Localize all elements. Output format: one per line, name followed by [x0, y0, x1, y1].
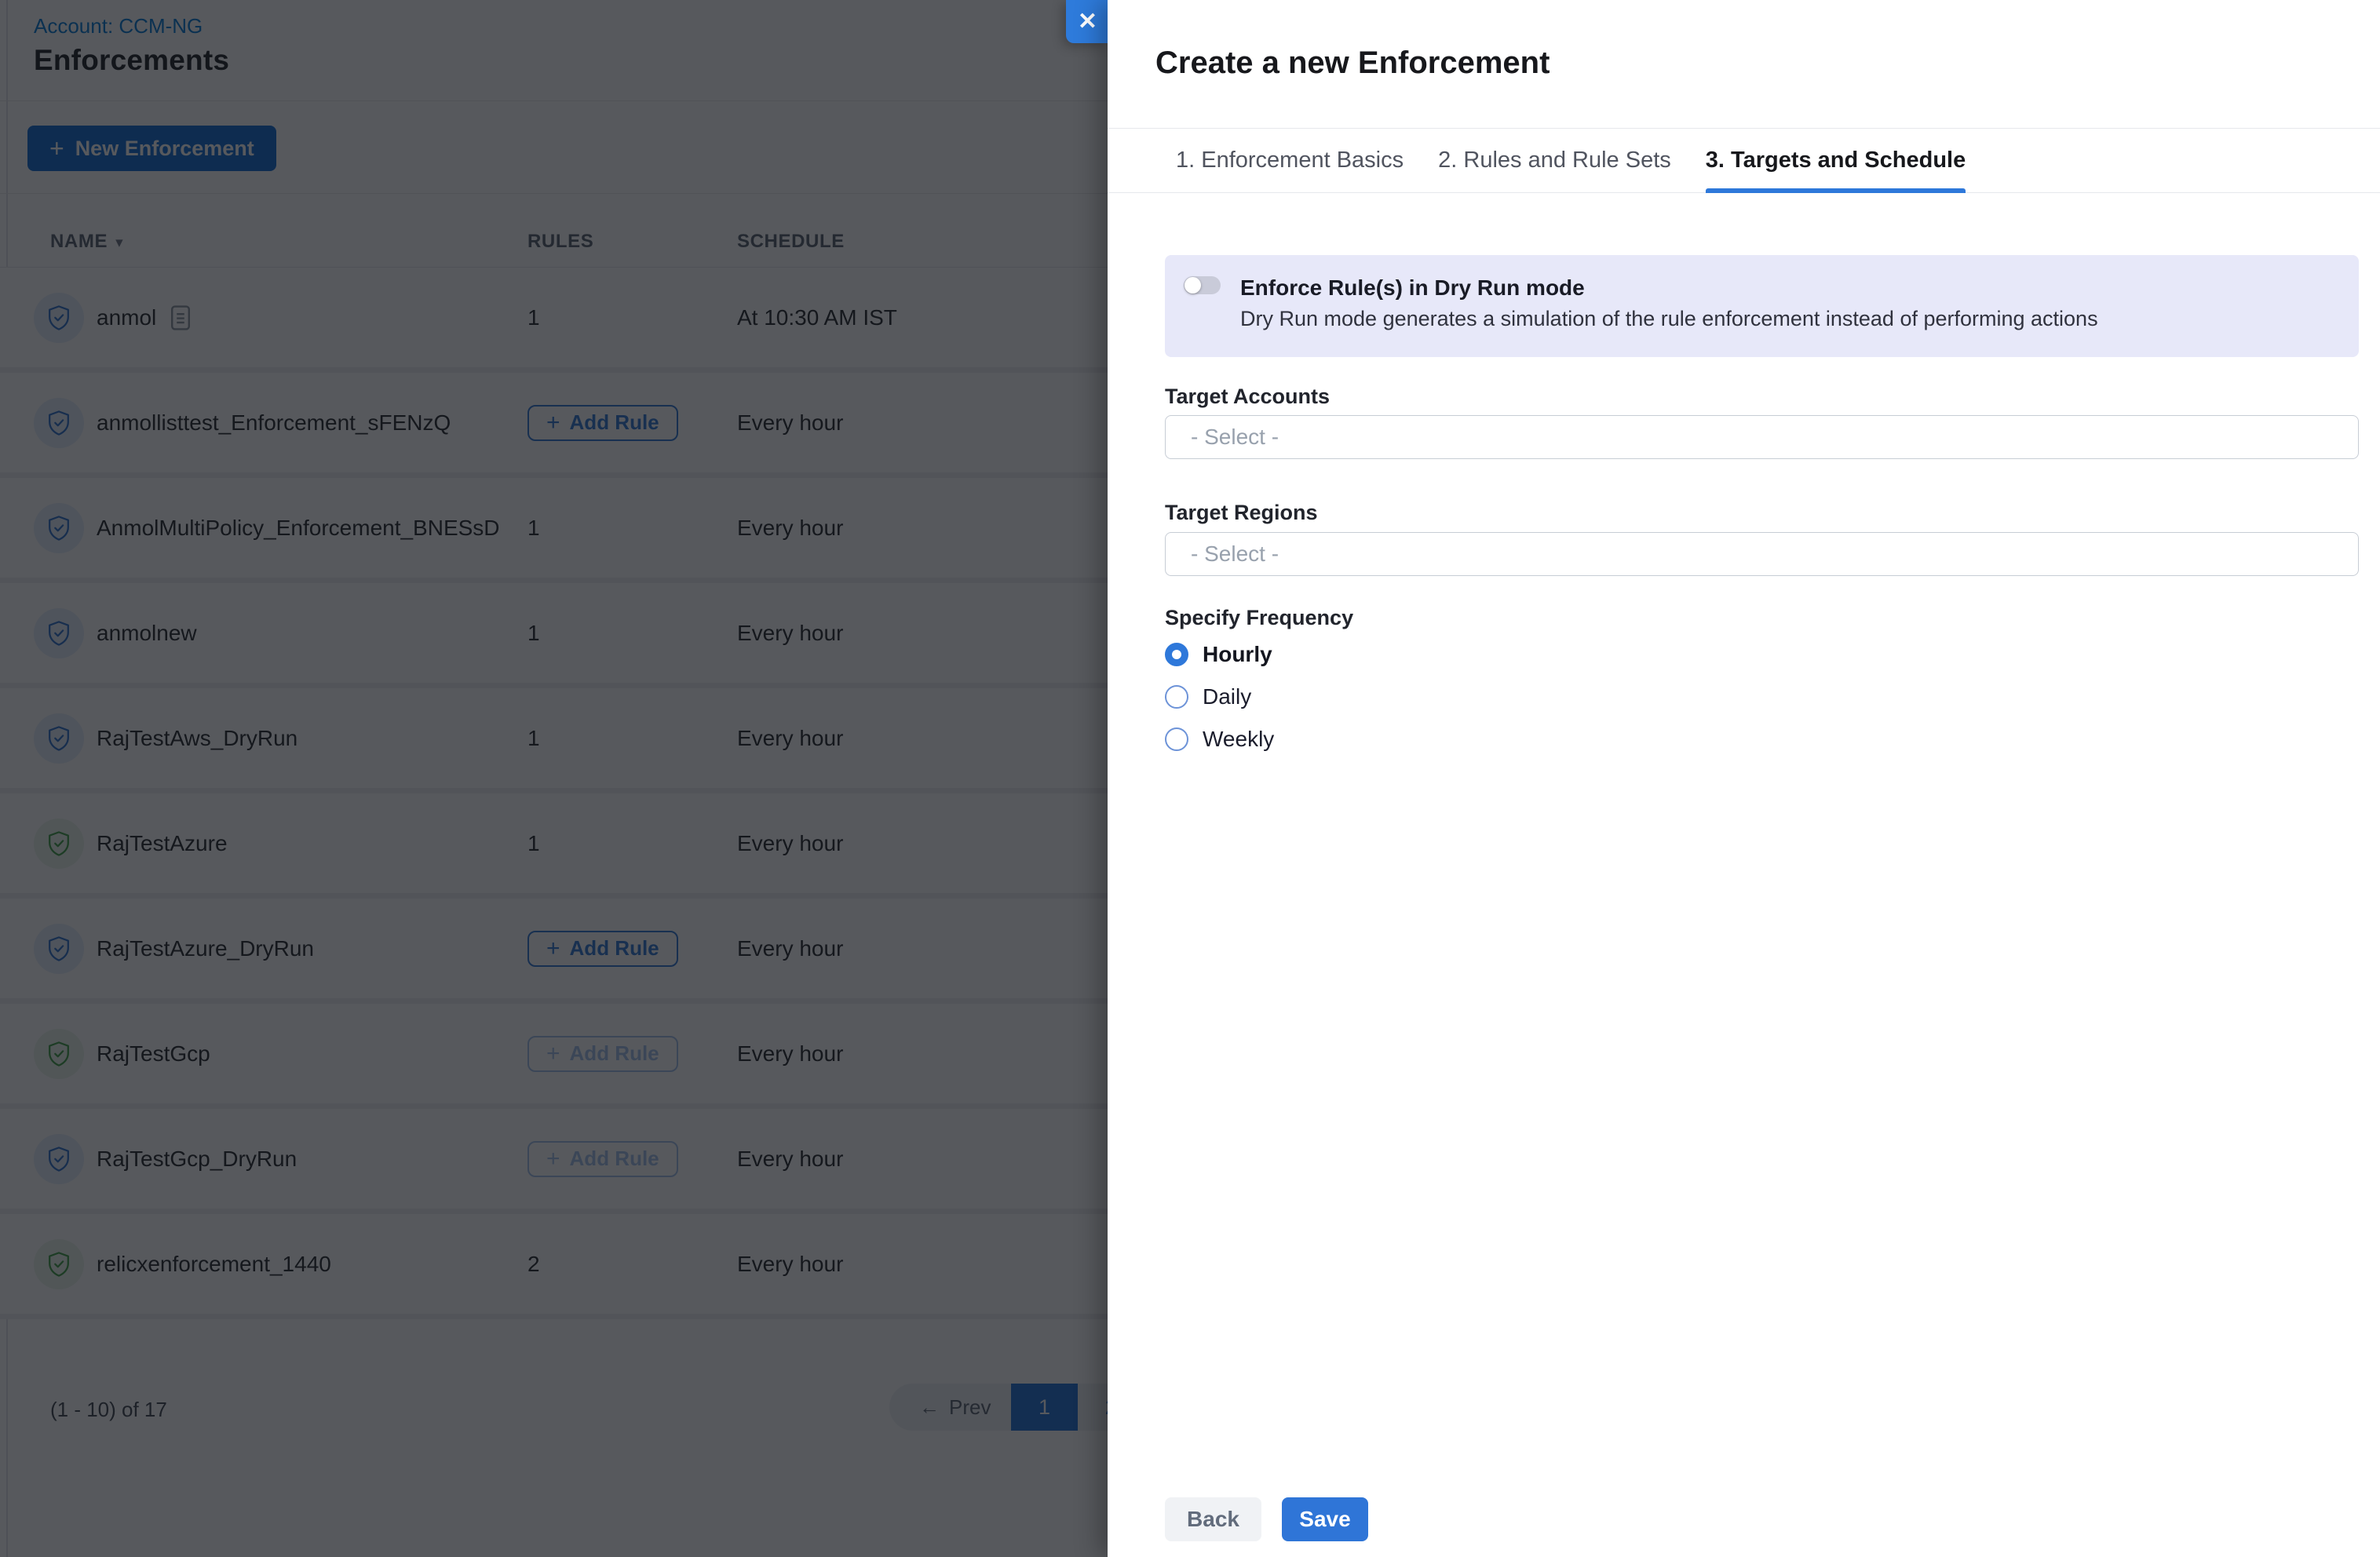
radio-icon[interactable] [1165, 685, 1188, 709]
panel-title: Create a new Enforcement [1155, 46, 1550, 81]
tab-1[interactable]: 1. Enforcement Basics [1176, 129, 1404, 192]
dry-run-description: Dry Run mode generates a simulation of t… [1240, 307, 2098, 331]
tab-2[interactable]: 2. Rules and Rule Sets [1438, 129, 1671, 192]
dry-run-banner: Enforce Rule(s) in Dry Run mode Dry Run … [1165, 255, 2359, 357]
target-regions-label: Target Regions [1165, 501, 1318, 525]
toggle-knob [1185, 277, 1201, 294]
frequency-option-weekly[interactable]: Weekly [1165, 727, 1274, 752]
dry-run-label: Enforce Rule(s) in Dry Run mode [1240, 275, 1585, 301]
target-regions-placeholder: - Select - [1191, 541, 1279, 567]
close-panel-button[interactable]: ✕ [1066, 0, 1109, 43]
target-accounts-placeholder: - Select - [1191, 425, 1279, 450]
close-icon: ✕ [1078, 8, 1097, 35]
dry-run-toggle[interactable] [1184, 276, 1221, 294]
save-button[interactable]: Save [1282, 1497, 1368, 1541]
radio-icon[interactable] [1165, 643, 1188, 666]
target-accounts-label: Target Accounts [1165, 385, 1330, 409]
radio-label: Daily [1203, 684, 1251, 709]
frequency-option-daily[interactable]: Daily [1165, 684, 1251, 709]
target-accounts-select[interactable]: - Select - [1165, 415, 2359, 459]
radio-icon[interactable] [1165, 727, 1188, 751]
frequency-label: Specify Frequency [1165, 606, 1353, 630]
radio-label: Weekly [1203, 727, 1274, 752]
create-enforcement-panel: Create a new Enforcement 1. Enforcement … [1108, 0, 2380, 1557]
tab-3[interactable]: 3. Targets and Schedule [1706, 129, 1966, 192]
screen: Account: CCM-NG Enforcements + New Enfor… [0, 0, 2380, 1557]
wizard-tabs: 1. Enforcement Basics 2. Rules and Rule S… [1108, 129, 2380, 193]
back-button[interactable]: Back [1165, 1497, 1261, 1541]
frequency-option-hourly[interactable]: Hourly [1165, 642, 1272, 667]
radio-label: Hourly [1203, 642, 1272, 667]
target-regions-select[interactable]: - Select - [1165, 532, 2359, 576]
